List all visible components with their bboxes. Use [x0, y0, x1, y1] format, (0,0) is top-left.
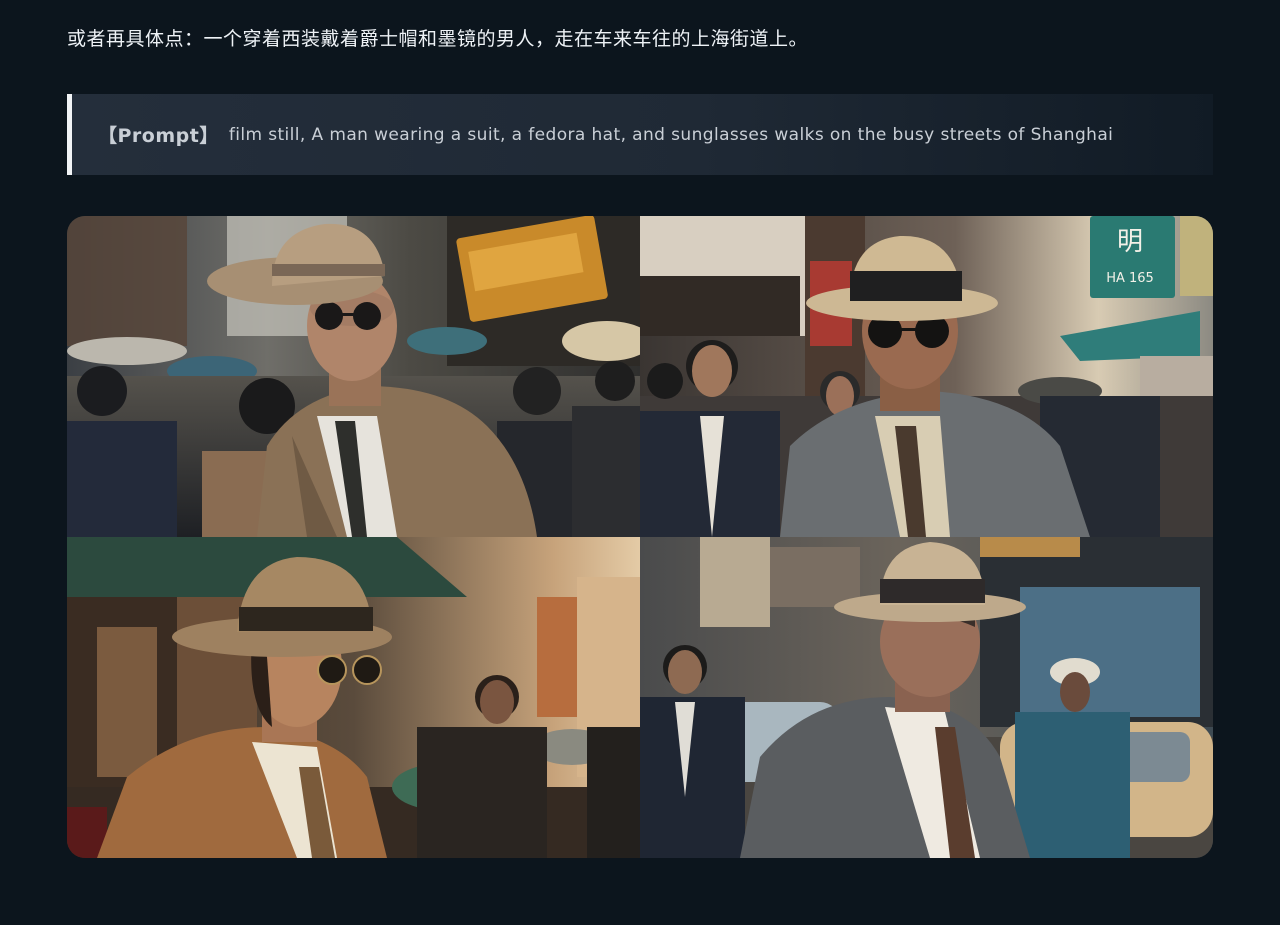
generated-image-2[interactable]: 明 HA 165 [640, 216, 1213, 537]
sign-subtext: HA 165 [1106, 271, 1154, 286]
prompt-text: film still, A man wearing a suit, a fedo… [228, 124, 1114, 145]
generated-image-1[interactable] [67, 216, 640, 537]
image-2-artwork: 明 HA 165 [640, 216, 1213, 537]
image-3-artwork [67, 537, 640, 858]
prompt-label: 【Prompt】 [98, 125, 219, 147]
generated-image-3[interactable] [67, 537, 640, 858]
image-1-artwork [67, 216, 640, 537]
section-heading: 或者再具体点：一个穿着西装戴着爵士帽和墨镜的男人，走在车来车往的上海街道上。 [67, 28, 809, 50]
image-4-artwork [640, 537, 1213, 858]
article-page: 或者再具体点：一个穿着西装戴着爵士帽和墨镜的男人，走在车来车往的上海街道上。 【… [0, 0, 1280, 925]
sign-character: 明 [1117, 227, 1143, 257]
prompt-blockquote: 【Prompt】 film still, A man wearing a sui… [67, 94, 1213, 175]
generated-image-4[interactable] [640, 537, 1213, 858]
image-grid: 明 HA 165 [67, 216, 1213, 858]
